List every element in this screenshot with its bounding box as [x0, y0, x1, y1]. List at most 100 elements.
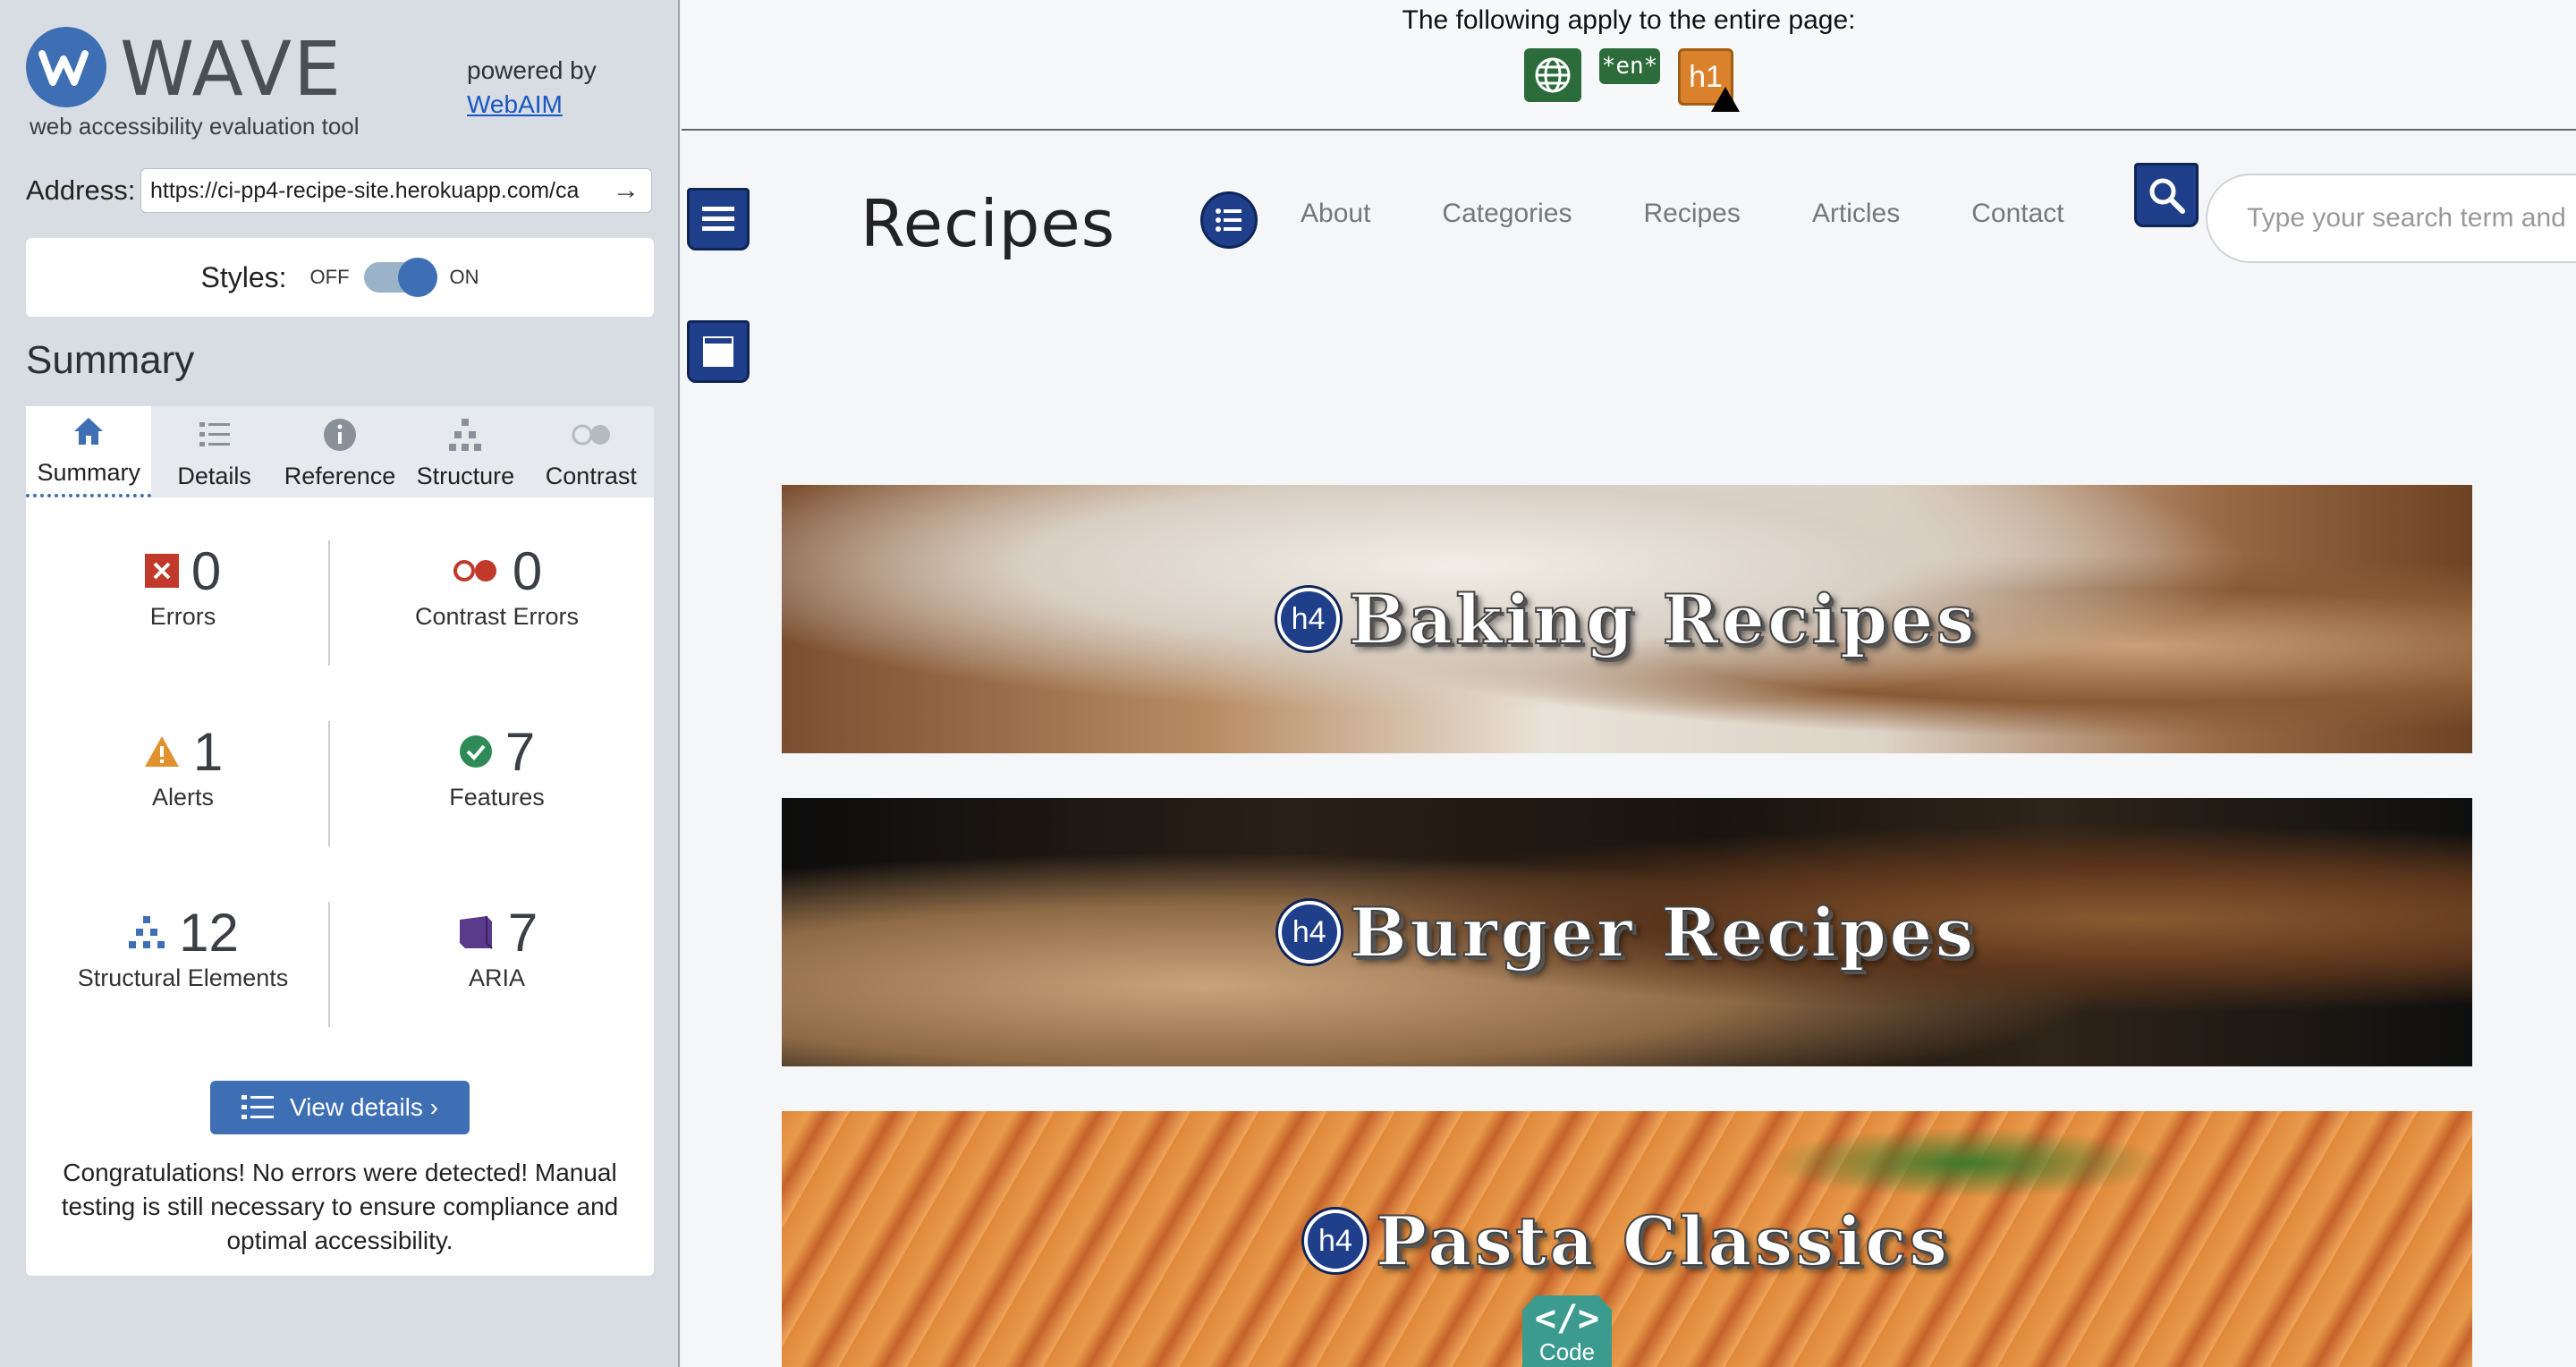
banner-title-text: Pasta Classics: [1375, 1201, 1951, 1282]
tab-label: Structure: [416, 463, 515, 489]
view-details-label: View details ›: [289, 1093, 438, 1121]
aria-count: 7: [507, 902, 538, 963]
nav-link-contact[interactable]: Contact: [1971, 199, 2063, 229]
stats-grid: 0 Errors 0 Contrast Errors 1 Alerts 7 Fe…: [26, 540, 654, 1083]
nav-link-recipes[interactable]: Recipes: [1643, 199, 1740, 229]
wave-tagline: web accessibility evaluation tool: [30, 113, 360, 140]
h4-badge[interactable]: h4: [1277, 901, 1341, 964]
alert-icon: [144, 736, 179, 767]
page-notice: The following apply to the entire page: …: [682, 0, 2576, 131]
powered-by-label: powered by: [467, 56, 597, 84]
styles-toggle[interactable]: [363, 258, 437, 297]
search-landmark-icon[interactable]: [2134, 163, 2199, 227]
wave-logo-text: WAVE: [120, 25, 343, 113]
toggle-knob[interactable]: [397, 258, 437, 297]
aria-stat[interactable]: 7 ARIA: [340, 902, 654, 1083]
evaluated-page: The following apply to the entire page: …: [682, 0, 2576, 1367]
panel-tabs: Summary Details Reference Structure Cont…: [26, 406, 654, 497]
structural-stat[interactable]: 12 Structural Elements: [26, 902, 340, 1083]
address-value[interactable]: https://ci-pp4-recipe-site.herokuapp.com…: [150, 178, 610, 204]
errors-label: Errors: [149, 603, 216, 630]
aria-label: ARIA: [468, 964, 526, 991]
structural-count: 12: [179, 902, 239, 963]
banner-pasta[interactable]: h4 Pasta Classics: [782, 1111, 2472, 1367]
summary-panel: Summary Details Reference Structure Cont…: [26, 406, 654, 1276]
arrow-right-icon[interactable]: →: [610, 175, 642, 206]
banner-title-text: Burger Recipes: [1349, 892, 1977, 973]
contrast-errors-count: 0: [512, 540, 543, 601]
congrats-message: Congratulations! No errors were detected…: [61, 1159, 619, 1254]
globe-icon[interactable]: [1524, 48, 1581, 102]
errors-count: 0: [191, 540, 222, 601]
list-icon: [197, 412, 233, 457]
styles-toggle-box: Styles: OFF ON: [26, 238, 654, 317]
tab-details[interactable]: Details: [151, 406, 276, 497]
styles-off-label: OFF: [309, 266, 350, 288]
address-bar: Address: https://ci-pp4-recipe-site.hero…: [26, 168, 652, 213]
summary-heading: Summary: [26, 338, 195, 382]
alerts-count: 1: [192, 721, 224, 782]
code-label: Code: [1538, 1338, 1596, 1365]
navigation-landmark-icon[interactable]: [1200, 191, 1258, 249]
nav-link-articles[interactable]: Articles: [1812, 199, 1900, 229]
tab-label: Details: [177, 463, 251, 489]
h1-badge[interactable]: h1: [1678, 48, 1740, 112]
error-icon: [144, 554, 179, 588]
styles-label: Styles:: [200, 260, 287, 293]
powered-by: powered by WebAIM: [467, 54, 597, 122]
webaim-link[interactable]: WebAIM: [467, 88, 597, 122]
main-landmark-icon[interactable]: [687, 320, 750, 383]
contrast-errors-stat[interactable]: 0 Contrast Errors: [340, 540, 654, 721]
tab-label: Summary: [37, 459, 140, 486]
tab-summary[interactable]: Summary: [26, 406, 152, 497]
search-input[interactable]: Type your search term and: [2206, 174, 2576, 263]
errors-stat[interactable]: 0 Errors: [26, 540, 340, 721]
alerts-stat[interactable]: 1 Alerts: [26, 721, 340, 902]
site-brand[interactable]: Recipes: [860, 186, 1115, 261]
page-notice-icons: *en* h1: [682, 48, 2576, 112]
h4-badge[interactable]: h4: [1303, 1210, 1367, 1272]
header-landmark-icon[interactable]: [687, 188, 750, 250]
banner-baking[interactable]: h4 Baking Recipes: [782, 485, 2472, 753]
language-badge[interactable]: *en*: [1599, 48, 1660, 84]
tab-label: Contrast: [545, 463, 637, 489]
contrast-errors-label: Contrast Errors: [414, 603, 580, 630]
nav-link-categories[interactable]: Categories: [1442, 199, 1572, 229]
nav-link-about[interactable]: About: [1301, 199, 1370, 229]
structure-icon: [129, 916, 165, 948]
tab-contrast[interactable]: Contrast: [529, 406, 654, 497]
banner-heading: h4 Pasta Classics: [1303, 1201, 1951, 1282]
tab-structure[interactable]: Structure: [402, 406, 528, 497]
site-header: Recipes About Categories Recipes Article…: [682, 131, 2576, 383]
banner-title-text: Baking Recipes: [1348, 579, 1978, 660]
banner-heading: h4 Burger Recipes: [1277, 892, 1977, 973]
list-icon: [241, 1095, 274, 1119]
info-icon: [322, 412, 358, 457]
site-nav-links: About Categories Recipes Articles Contac…: [1301, 199, 2064, 229]
styles-on-label: ON: [449, 266, 479, 288]
feature-check-icon: [459, 735, 492, 768]
code-icon: </>: [1534, 1298, 1600, 1339]
view-details-button[interactable]: View details ›: [210, 1081, 470, 1134]
tab-label: Reference: [284, 463, 396, 489]
wave-sidebar: WAVE web accessibility evaluation tool p…: [0, 0, 680, 1367]
wave-logo-icon: [26, 27, 106, 107]
contrast-icon: [570, 412, 613, 457]
contrast-error-icon: [453, 560, 496, 582]
code-toggle-button[interactable]: </> Code: [1522, 1295, 1612, 1367]
structural-label: Structural Elements: [77, 964, 289, 991]
aria-icon: [459, 916, 493, 949]
warning-icon: [1711, 87, 1740, 112]
banner-heading: h4 Baking Recipes: [1276, 579, 1978, 660]
features-count: 7: [504, 721, 536, 782]
banner-burger[interactable]: h4 Burger Recipes: [782, 798, 2472, 1066]
page-notice-text: The following apply to the entire page:: [1402, 5, 1856, 35]
structure-icon: [447, 412, 483, 457]
address-input[interactable]: https://ci-pp4-recipe-site.herokuapp.com…: [140, 168, 652, 213]
address-label: Address:: [26, 174, 136, 206]
features-stat[interactable]: 7 Features: [340, 721, 654, 902]
features-label: Features: [449, 784, 545, 811]
h4-badge[interactable]: h4: [1276, 588, 1340, 650]
tab-reference[interactable]: Reference: [277, 406, 402, 497]
home-icon: [71, 409, 106, 454]
